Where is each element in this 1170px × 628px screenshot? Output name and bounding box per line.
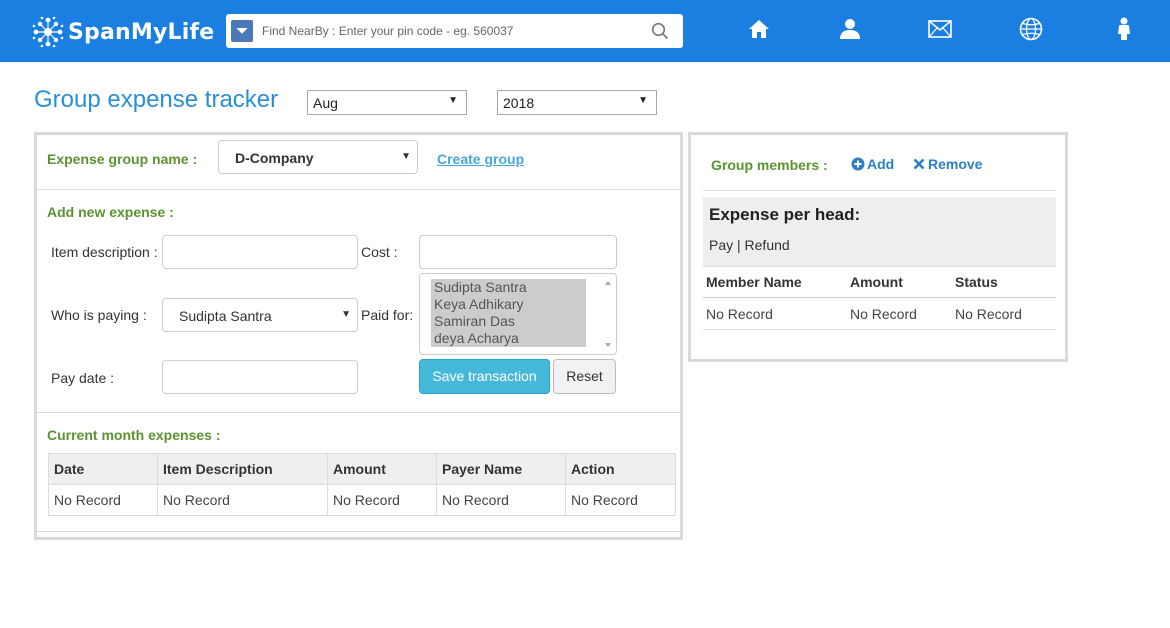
reset-button[interactable]: Reset <box>553 359 616 394</box>
divider <box>703 266 1056 267</box>
month-select-value: Aug <box>313 95 338 111</box>
mail-icon[interactable] <box>928 17 952 41</box>
pay-date-label: Pay date : <box>51 370 115 386</box>
table-cell: No Record <box>565 484 676 516</box>
column-header: Member Name <box>706 274 802 290</box>
caret-down-icon: ▼ <box>401 151 411 162</box>
divider <box>703 297 1056 298</box>
expense-panel: Expense group name : D-Company ▼ Create … <box>34 132 683 540</box>
column-header: Amount <box>850 274 903 290</box>
table-row: No Record No Record No Record No Record … <box>48 484 676 516</box>
table-cell: No Record <box>706 306 773 322</box>
logo-icon <box>32 16 64 48</box>
expense-group-select[interactable]: D-Company ▼ <box>218 140 418 174</box>
close-icon <box>913 158 925 170</box>
caret-down-icon: ▼ <box>638 95 648 106</box>
logo-text: SpanMyLife <box>68 19 215 45</box>
caret-down-icon: ▼ <box>448 95 458 106</box>
person-icon[interactable] <box>1112 17 1136 41</box>
search-input[interactable] <box>262 24 642 38</box>
table-cell: No Record <box>436 484 566 516</box>
table-cell: No Record <box>850 306 917 322</box>
divider <box>703 329 1056 330</box>
paid-for-listbox[interactable]: Sudipta Santra Keya Adhikary Samiran Das… <box>419 273 617 355</box>
scroll-up-icon[interactable] <box>600 276 616 290</box>
page-title: Group expense tracker <box>34 86 279 113</box>
logo[interactable]: SpanMyLife <box>30 14 214 50</box>
divider <box>37 531 680 532</box>
table-header-row: Date Item Description Amount Payer Name … <box>48 453 676 485</box>
current-expenses-table: Date Item Description Amount Payer Name … <box>48 453 676 516</box>
listbox-scrollbar[interactable] <box>600 274 616 354</box>
user-icon[interactable] <box>838 17 862 41</box>
divider <box>37 189 680 190</box>
create-group-link[interactable]: Create group <box>437 151 524 167</box>
paid-for-selection: Sudipta Santra Keya Adhikary Samiran Das… <box>431 279 586 347</box>
pay-refund-text: Pay | Refund <box>709 237 790 253</box>
column-header: Status <box>955 274 998 290</box>
column-header: Item Description <box>157 453 328 485</box>
expense-group-value: D-Company <box>235 150 314 166</box>
paid-for-option[interactable]: Sudipta Santra <box>431 279 586 296</box>
add-expense-label: Add new expense : <box>47 204 174 220</box>
home-icon[interactable] <box>747 17 771 41</box>
expense-per-head-title: Expense per head: <box>709 205 861 224</box>
top-nav-bar: SpanMyLife <box>0 0 1170 62</box>
group-members-panel: Group members : Add Remove Expense per h… <box>688 132 1068 362</box>
pay-date-input[interactable] <box>162 360 358 394</box>
save-transaction-button[interactable]: Save transaction <box>419 359 550 394</box>
caret-down-icon: ▼ <box>341 309 351 320</box>
paid-for-label: Paid for: <box>361 307 414 323</box>
item-description-input[interactable] <box>162 235 358 269</box>
chevron-down-icon <box>236 27 248 34</box>
month-select[interactable]: Aug ▼ <box>307 90 467 115</box>
search-icon[interactable] <box>651 22 669 40</box>
current-expenses-label: Current month expenses : <box>47 427 221 443</box>
add-member-label: Add <box>867 156 895 172</box>
remove-member-button[interactable]: Remove <box>913 156 982 172</box>
column-header: Action <box>565 453 676 485</box>
group-members-label: Group members : <box>711 157 828 173</box>
column-header: Amount <box>327 453 437 485</box>
remove-member-label: Remove <box>928 156 983 172</box>
expense-per-head-box: Expense per head: Pay | Refund <box>703 197 1056 267</box>
globe-icon[interactable] <box>1019 17 1043 41</box>
search-dropdown-button[interactable] <box>231 20 253 42</box>
paid-for-option[interactable]: Samiran Das <box>431 313 586 330</box>
plus-circle-icon <box>851 157 865 171</box>
table-cell: No Record <box>48 484 158 516</box>
cost-input[interactable] <box>419 235 617 269</box>
paid-for-option[interactable]: Keya Adhikary <box>431 296 586 313</box>
who-paying-value: Sudipta Santra <box>179 308 272 324</box>
table-cell: No Record <box>327 484 437 516</box>
year-select-value: 2018 <box>503 95 535 111</box>
table-cell: No Record <box>955 306 1022 322</box>
divider <box>37 412 680 413</box>
who-paying-label: Who is paying : <box>51 307 147 323</box>
scroll-down-icon[interactable] <box>600 338 616 352</box>
item-description-label: Item description : <box>51 244 158 260</box>
paid-for-option[interactable]: deya Acharya <box>431 330 586 347</box>
search-bar <box>226 14 683 48</box>
column-header: Date <box>48 453 158 485</box>
who-paying-select[interactable]: Sudipta Santra ▼ <box>162 298 358 332</box>
add-member-button[interactable]: Add <box>851 156 894 172</box>
column-header: Payer Name <box>436 453 566 485</box>
table-cell: No Record <box>157 484 328 516</box>
expense-group-label: Expense group name : <box>47 151 198 167</box>
divider <box>703 190 1056 191</box>
year-select[interactable]: 2018 ▼ <box>497 90 657 115</box>
cost-label: Cost : <box>361 244 398 260</box>
